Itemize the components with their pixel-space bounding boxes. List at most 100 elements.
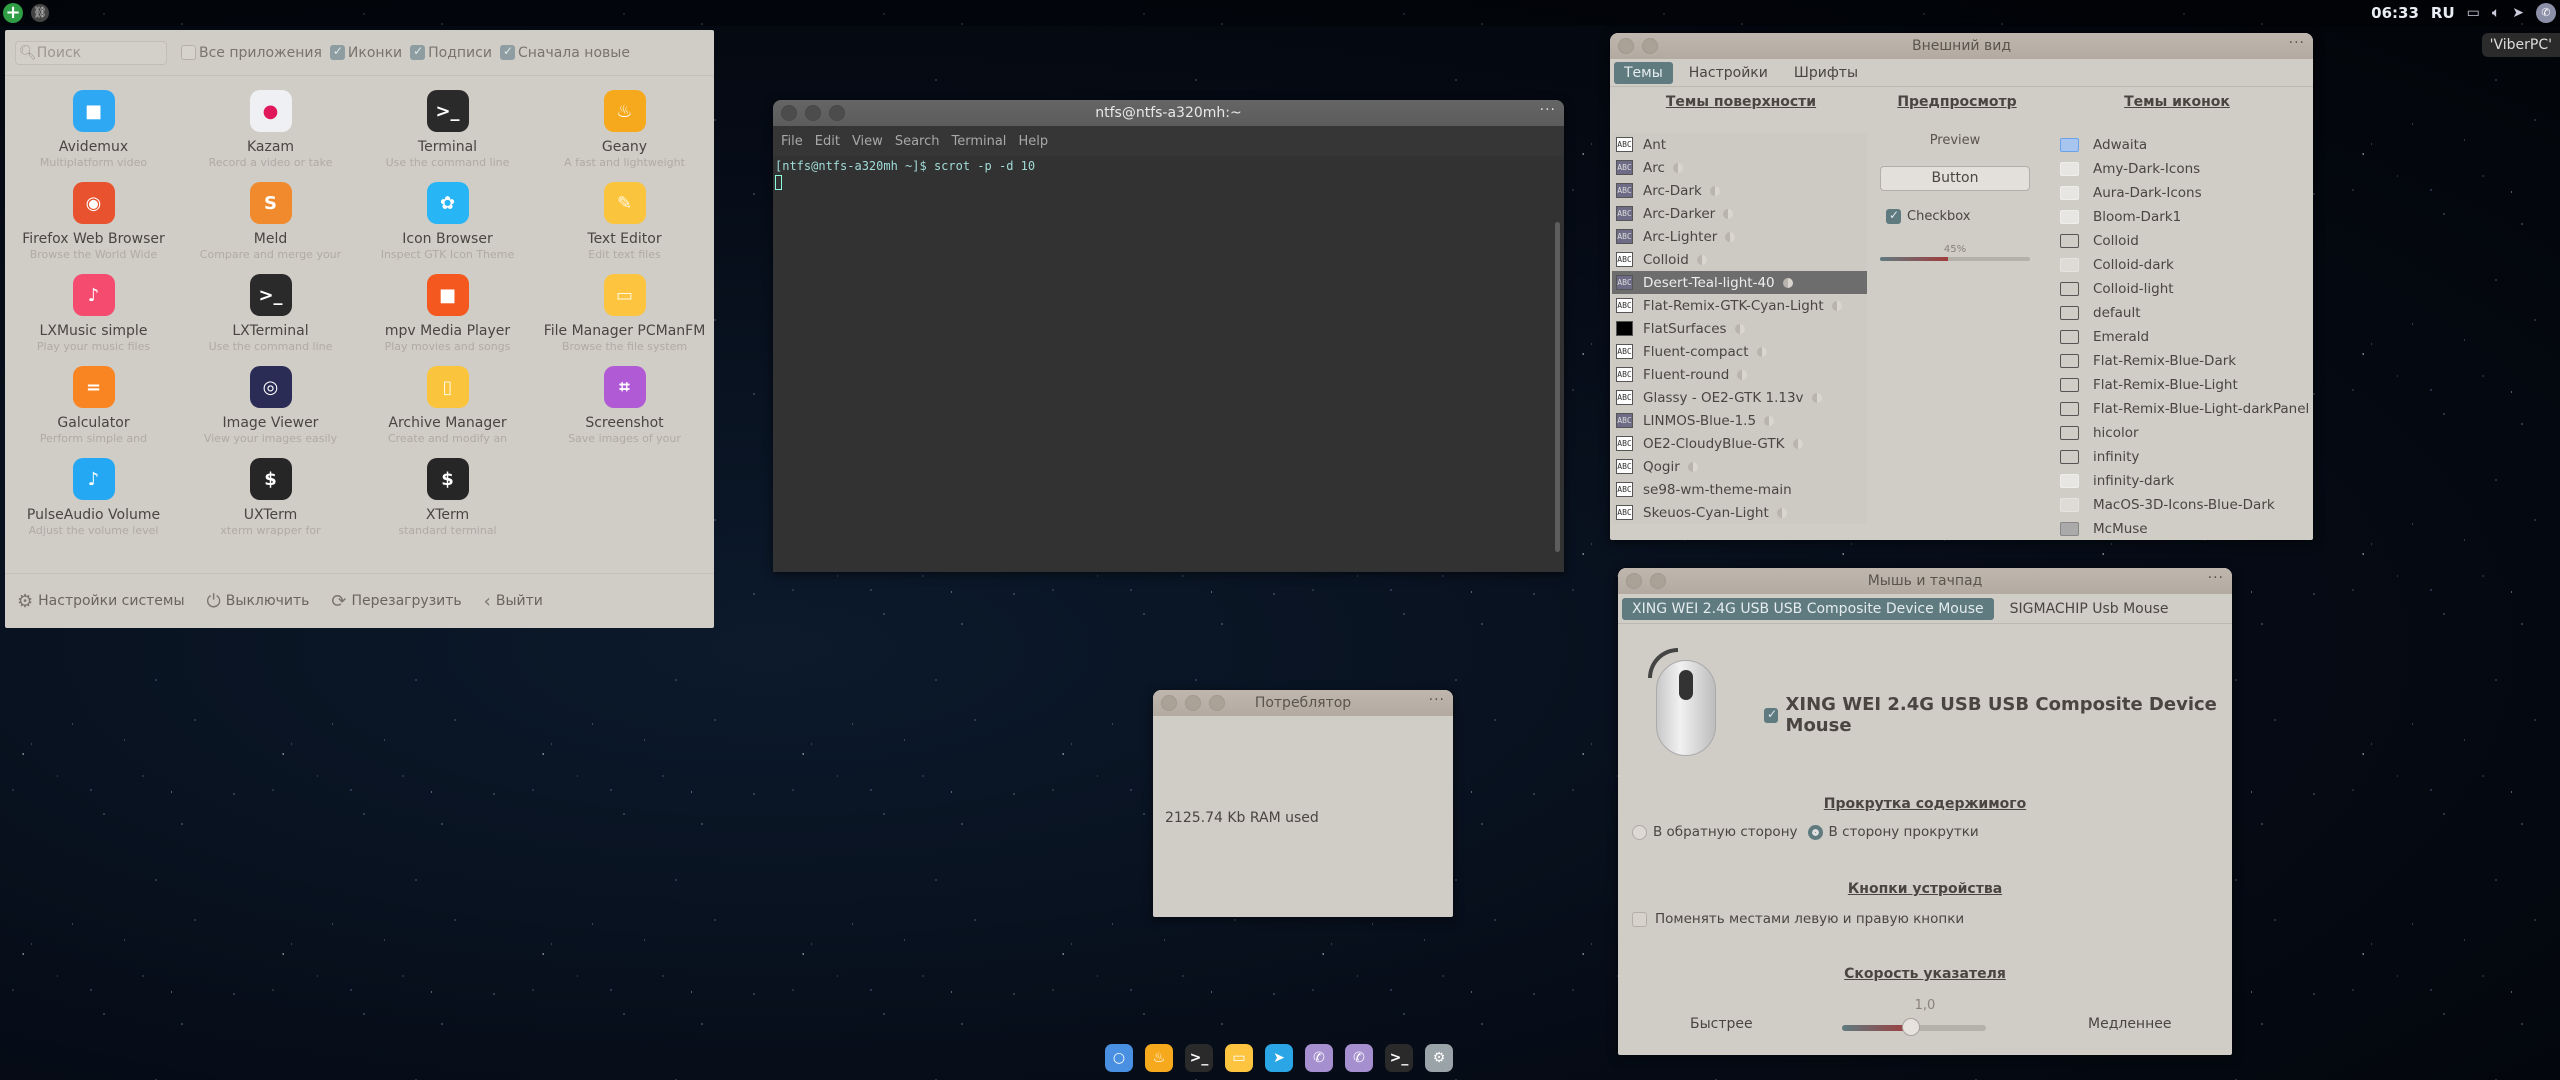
menu-action-reload[interactable]: ⟳ Перезагрузить	[331, 591, 461, 612]
app-launcher[interactable]: ■ mpv Media Player Play movies and songs	[359, 274, 536, 353]
minimize-button[interactable]	[1642, 38, 1658, 54]
theme-list-item[interactable]: ABC Arc-Dark	[1612, 179, 1867, 202]
search-input[interactable]: 🔍︎ Поиск	[15, 40, 167, 65]
menu-item-search[interactable]: Search	[895, 134, 940, 149]
icon-theme-item[interactable]: Amy-Dark-Icons	[2060, 157, 2310, 181]
menu-item-file[interactable]: File	[781, 134, 803, 149]
icon-theme-item[interactable]: Colloid-light	[2060, 277, 2310, 301]
icon-theme-item[interactable]: Bloom-Dark1	[2060, 205, 2310, 229]
close-button[interactable]	[1161, 695, 1177, 711]
app-launcher[interactable]: ♨ Geany A fast and lightweight	[536, 90, 713, 169]
tab-1[interactable]: Настройки	[1679, 62, 1778, 84]
swap-buttons-checkbox[interactable]: Поменять местами левую и правую кнопки	[1632, 911, 1964, 927]
icon-theme-item[interactable]: Aura-Dark-Icons	[2060, 181, 2310, 205]
dock-item-chromium[interactable]: ○	[1105, 1044, 1133, 1072]
dock-item-telegram[interactable]: ➤	[1265, 1044, 1293, 1072]
tab-0[interactable]: Темы	[1614, 61, 1673, 84]
theme-list-item[interactable]: ABC Arc-Lighter	[1612, 225, 1867, 248]
app-launcher[interactable]: >_ Terminal Use the command line	[359, 90, 536, 169]
more-icon[interactable]: ···	[2289, 35, 2305, 51]
menu-item-edit[interactable]: Edit	[815, 134, 840, 149]
app-launcher[interactable]: ♪ PulseAudio Volume Adjust the volume leve…	[5, 458, 182, 537]
icon-theme-item[interactable]: Colloid-dark	[2060, 253, 2310, 277]
app-launcher[interactable]: ✎ Text Editor Edit text files	[536, 182, 713, 261]
menu-action-power[interactable]: ⏻ Выключить	[207, 591, 310, 612]
viber-icon[interactable]: ✆	[2536, 3, 2556, 23]
minimize-button[interactable]	[805, 105, 821, 121]
theme-list-item[interactable]: ABC Arc-Darker	[1612, 202, 1867, 225]
theme-list-item[interactable]: ABC se98-wm-theme-main	[1612, 478, 1867, 501]
terminal-output[interactable]: [ntfs@ntfs-a320mh ~]$ scrot -p -d 10	[773, 156, 1564, 196]
device-tab[interactable]: SIGMACHIP Usb Mouse	[2000, 598, 2179, 620]
filter-checkbox[interactable]: Все приложения	[181, 45, 322, 61]
theme-list-item[interactable]: ABC Desert-Teal-light-40	[1612, 271, 1867, 294]
icon-theme-item[interactable]: Flat-Remix-Blue-Light	[2060, 373, 2310, 397]
close-button[interactable]	[1626, 573, 1642, 589]
theme-list-item[interactable]: ABC Qogir	[1612, 455, 1867, 478]
slider-handle[interactable]	[1902, 1018, 1921, 1036]
dock-item-viber2[interactable]: ✆	[1345, 1044, 1373, 1072]
icon-theme-item[interactable]: Emerald	[2060, 325, 2310, 349]
app-launcher[interactable]: ■ Avidemux Multiplatform video	[5, 90, 182, 169]
more-icon[interactable]: ···	[2208, 570, 2224, 586]
dock-item-geany[interactable]: ♨	[1145, 1044, 1173, 1072]
dock-item-settings[interactable]: ⚙	[1425, 1044, 1453, 1072]
app-launcher[interactable]: ◉ Firefox Web Browser Browse the World Wid…	[5, 182, 182, 261]
menu-item-terminal[interactable]: Terminal	[951, 134, 1006, 149]
add-icon[interactable]: +	[3, 3, 23, 23]
keyboard-layout[interactable]: RU	[2431, 4, 2455, 22]
theme-list-item[interactable]: ABC Fluent-compact	[1612, 340, 1867, 363]
title-bar[interactable]: Внешний вид ···	[1610, 33, 2313, 59]
app-launcher[interactable]: ▯ Archive Manager Create and modify an	[359, 366, 536, 445]
dock-item-viber[interactable]: ✆	[1305, 1044, 1333, 1072]
theme-list-item[interactable]: ABC Glassy - OE2-GTK 1.13v	[1612, 386, 1867, 409]
theme-list-item[interactable]: FlatSurfaces	[1612, 317, 1867, 340]
theme-list-item[interactable]: ABC LINMOS-Blue-1.5	[1612, 409, 1867, 432]
tab-2[interactable]: Шрифты	[1784, 62, 1868, 84]
telegram-icon[interactable]: ➤	[2512, 5, 2524, 21]
title-bar[interactable]: Мышь и тачпад ···	[1618, 568, 2232, 594]
scroll-direction-radio[interactable]: В сторону прокрутки	[1807, 824, 1979, 840]
minimize-button[interactable]	[1185, 695, 1201, 711]
dock-item-terminal2[interactable]: >_	[1385, 1044, 1413, 1072]
clock[interactable]: 06:33	[2371, 4, 2419, 22]
app-launcher[interactable]: = Galculator Perform simple and	[5, 366, 182, 445]
app-launcher[interactable]: ♪ LXMusic simple Play your music files	[5, 274, 182, 353]
title-bar[interactable]: Потреблятор ···	[1153, 690, 1453, 716]
link-icon[interactable]: ⛓	[31, 4, 49, 22]
icon-theme-item[interactable]: Adwaita	[2060, 133, 2310, 157]
menu-action-logout[interactable]: ‹ Выйти	[484, 591, 543, 612]
theme-list-item[interactable]: ABC Ant	[1612, 133, 1867, 156]
theme-list-item[interactable]: ABC Arc	[1612, 156, 1867, 179]
theme-list-item[interactable]: ABC Skeuos-Cyan-Light	[1612, 501, 1867, 524]
chat-icon[interactable]: ▭	[2467, 5, 2480, 21]
icon-theme-item[interactable]: Colloid	[2060, 229, 2310, 253]
filter-checkbox[interactable]: Подписи	[410, 44, 492, 61]
menu-action-gear[interactable]: ⚙ Настройки системы	[17, 591, 185, 612]
volume-icon[interactable]: 🔈︎	[2492, 5, 2500, 21]
maximize-button[interactable]	[829, 105, 845, 121]
menu-item-view[interactable]: View	[852, 134, 883, 149]
app-launcher[interactable]: S Meld Compare and merge your	[182, 182, 359, 261]
app-launcher[interactable]: ● Kazam Record a video or take	[182, 90, 359, 169]
scroll-direction-radio[interactable]: В обратную сторону	[1632, 824, 1798, 840]
dock-item-files[interactable]: ▭	[1225, 1044, 1253, 1072]
device-enable-checkbox[interactable]: XING WEI 2.4G USB USB Composite Device M…	[1764, 694, 2232, 736]
icon-theme-item[interactable]: McMuse	[2060, 517, 2310, 540]
preview-button[interactable]: Button	[1880, 166, 2030, 191]
app-launcher[interactable]: ◎ Image Viewer View your images easily	[182, 366, 359, 445]
more-icon[interactable]: ···	[1540, 102, 1556, 118]
app-launcher[interactable]: ✿ Icon Browser Inspect GTK Icon Theme	[359, 182, 536, 261]
more-icon[interactable]: ···	[1429, 692, 1445, 708]
scrollbar[interactable]	[1555, 222, 1560, 552]
filter-checkbox[interactable]: Сначала новые	[499, 44, 630, 61]
theme-list-item[interactable]: ABC Fluent-round	[1612, 363, 1867, 386]
icon-theme-item[interactable]: hicolor	[2060, 421, 2310, 445]
pointer-speed-slider[interactable]	[1842, 1018, 1986, 1036]
app-launcher[interactable]: ⌗ Screenshot Save images of your	[536, 366, 713, 445]
filter-checkbox[interactable]: Иконки	[329, 44, 402, 61]
app-launcher[interactable]: >_ LXTerminal Use the command line	[182, 274, 359, 353]
close-button[interactable]	[1618, 38, 1634, 54]
maximize-button[interactable]	[1209, 695, 1225, 711]
icon-theme-item[interactable]: default	[2060, 301, 2310, 325]
